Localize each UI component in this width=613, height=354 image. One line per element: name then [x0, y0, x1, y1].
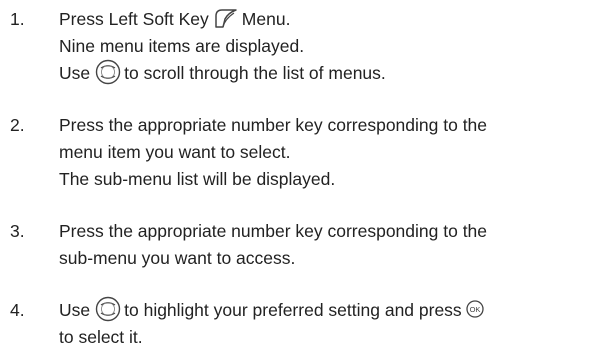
step-line: sub-menu you want to access.: [59, 248, 296, 268]
step-line: Nine menu items are displayed.: [59, 36, 305, 56]
step-body: Press Left Soft Key Menu. Nine menu items…: [59, 6, 609, 87]
ok-key-icon: OK: [466, 300, 484, 319]
step-line: to select it.: [59, 327, 143, 347]
step-line: Press Left Soft Key Menu.: [59, 6, 609, 33]
step-text: to highlight your preferred setting and …: [124, 300, 462, 320]
step-text: Press Left Soft Key: [59, 9, 209, 29]
left-soft-key-icon: [213, 7, 239, 29]
ok-key-label: OK: [469, 305, 480, 314]
step-number: 1.: [10, 9, 25, 29]
step-text: Use: [59, 63, 91, 83]
step-line: Use to scroll through the list of menus.: [59, 60, 609, 87]
step-line: Use to highlight your preferred setting a…: [59, 297, 609, 324]
instructions-document: 1. Press Left Soft Key Menu. Nine menu it…: [0, 0, 613, 354]
step-number: 2.: [10, 115, 25, 135]
step-body: Press the appropriate number key corresp…: [59, 218, 609, 272]
step-text: to scroll through the list of menus.: [124, 63, 386, 83]
step-text: Use: [59, 300, 91, 320]
step-line: The sub-menu list will be displayed.: [59, 169, 336, 189]
step-number: 3.: [10, 221, 25, 241]
navigation-key-icon: [95, 59, 121, 85]
step-text: Menu.: [241, 9, 291, 29]
step-body: Use to highlight your preferred setting a…: [59, 297, 609, 351]
step-line: menu item you want to select.: [59, 142, 291, 162]
step-number: 4.: [10, 300, 25, 320]
step-body: Press the appropriate number key corresp…: [59, 112, 609, 193]
step-line: Press the appropriate number key corresp…: [59, 221, 488, 241]
step-line: Press the appropriate number key corresp…: [59, 115, 488, 135]
navigation-key-icon: [95, 296, 121, 322]
